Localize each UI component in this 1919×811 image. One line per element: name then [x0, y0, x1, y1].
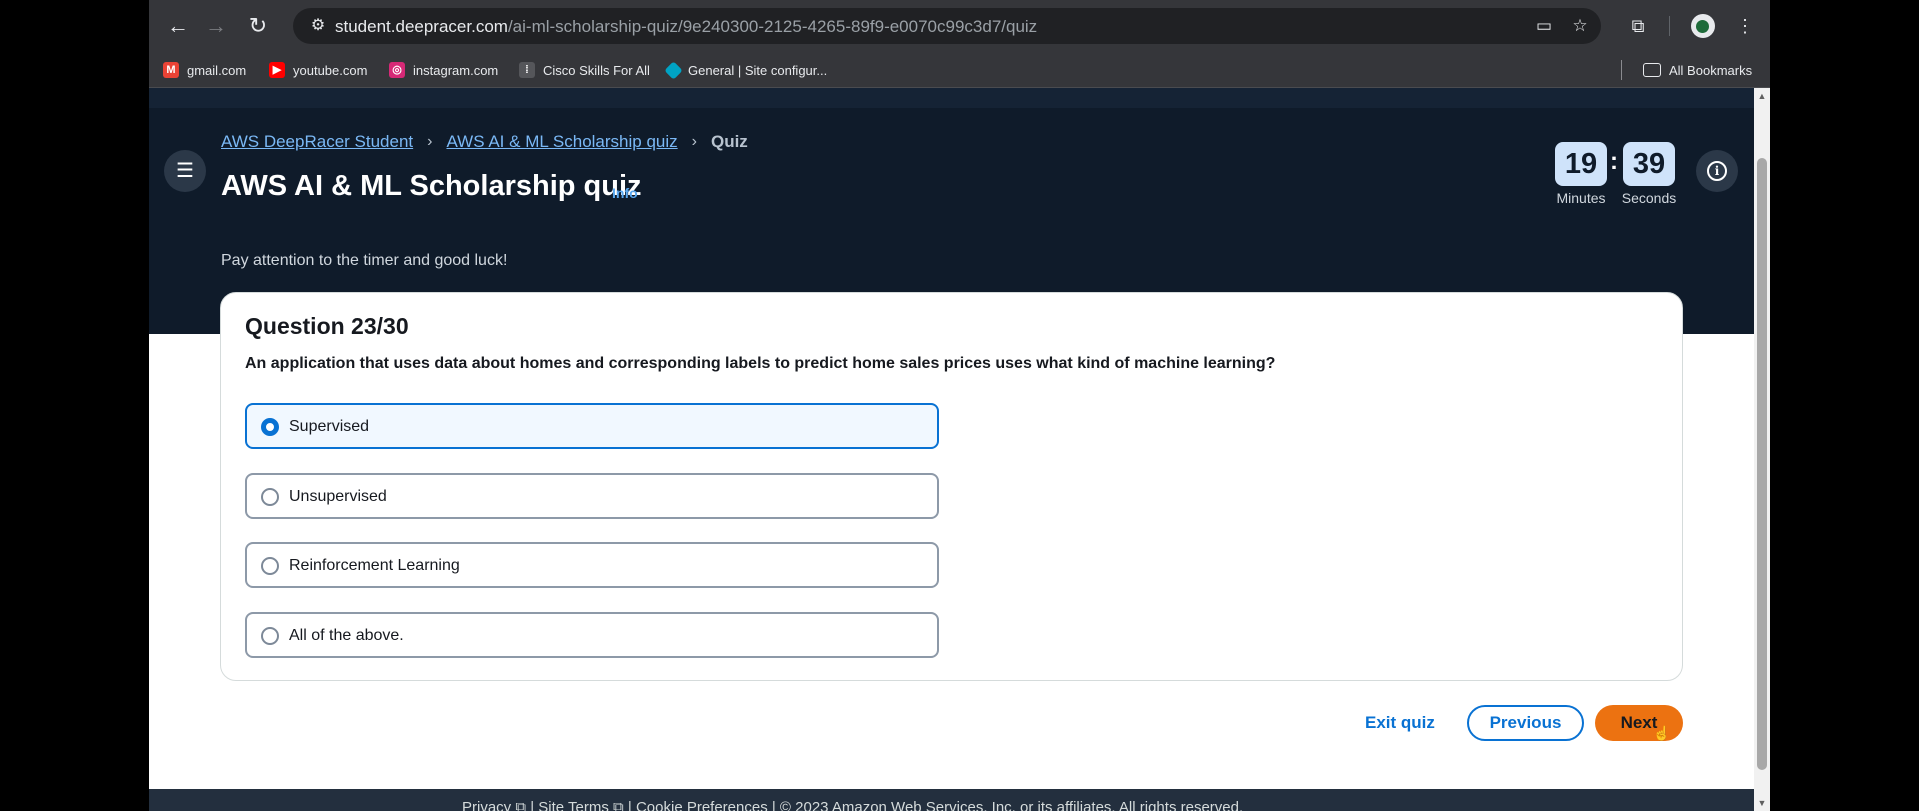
bookmark-label: Cisco Skills For All: [543, 62, 650, 78]
scroll-down-icon[interactable]: ▼: [1754, 795, 1770, 811]
breadcrumb-deepracer-student[interactable]: AWS DeepRacer Student: [221, 132, 413, 152]
youtube-icon: ▶: [269, 62, 285, 78]
bookmark-gmail[interactable]: Mgmail.com: [163, 60, 246, 80]
gmail-icon: M: [163, 62, 179, 78]
install-app-icon[interactable]: ▭: [1533, 15, 1555, 37]
scrollbar-thumb[interactable]: [1757, 158, 1767, 770]
folder-icon: [1643, 63, 1661, 77]
bookmarks-bar: Mgmail.com ▶ youtube.com ◎ instagram.com ⁞…: [149, 52, 1770, 88]
bookmark-label: gmail.com: [187, 62, 247, 78]
radio-icon[interactable]: [261, 488, 279, 506]
page-subtitle: Pay attention to the timer and good luck…: [221, 252, 508, 269]
info-link[interactable]: Info: [612, 185, 638, 201]
site-info-icon[interactable]: ⚙: [307, 15, 329, 37]
timer-seconds: 39: [1623, 142, 1675, 186]
cisco-icon: ⁞: [519, 62, 535, 78]
answer-label: Reinforcement Learning: [289, 557, 460, 574]
browser-window: ← → ↻ ⚙ student.deepracer.com/ai-ml-scho…: [149, 0, 1770, 811]
reload-button[interactable]: ↻: [243, 11, 273, 41]
question-text: An application that uses data about home…: [245, 355, 1276, 372]
hand-cursor-icon: ☝: [1653, 725, 1671, 741]
bookmark-label: youtube.com: [293, 62, 368, 78]
question-title: Question 23/30: [245, 313, 409, 339]
answer-label: All of the above.: [289, 627, 404, 644]
answer-label: Unsupervised: [289, 488, 387, 505]
back-button[interactable]: ←: [163, 11, 193, 41]
chevron-right-icon: ›: [691, 133, 697, 150]
breadcrumb-current: Quiz: [710, 132, 748, 151]
forward-arrow-icon: →: [205, 13, 227, 38]
menu-button[interactable]: ☰: [164, 150, 206, 192]
bookmark-youtube[interactable]: ▶ youtube.com: [269, 60, 367, 80]
instagram-icon: ◎: [389, 62, 405, 78]
exit-quiz-button[interactable]: Exit quiz: [1365, 705, 1435, 741]
bookmark-label: instagram.com: [413, 62, 499, 78]
forward-button[interactable]: →: [201, 11, 231, 41]
info-panel-button[interactable]: i: [1696, 150, 1738, 192]
url-host: student.deepracer.com: [335, 17, 508, 36]
footer-text: Privacy ⧉ | Site Terms ⧉ | Cookie Prefer…: [462, 799, 1244, 811]
profile-avatar[interactable]: [1691, 14, 1715, 38]
info-icon: i: [1707, 161, 1727, 181]
extensions-icon[interactable]: ⧉: [1623, 11, 1653, 41]
countdown-timer: 19 : 39 Minutes Seconds: [1555, 142, 1695, 206]
url-text[interactable]: student.deepracer.com/ai-ml-scholarship-…: [335, 17, 1037, 37]
diamond-icon: [664, 60, 683, 80]
radio-selected-icon[interactable]: [261, 418, 279, 436]
answer-option-unsupervised[interactable]: Unsupervised: [245, 473, 939, 519]
header-topline: [149, 88, 1754, 108]
page-footer: Privacy ⧉ | Site Terms ⧉ | Cookie Prefer…: [149, 789, 1754, 811]
bookmark-star-icon[interactable]: ☆: [1569, 15, 1591, 37]
answer-option-all-of-above[interactable]: All of the above.: [245, 612, 939, 658]
page-title: AWS AI & ML Scholarship quiz: [221, 170, 642, 202]
url-path: /ai-ml-scholarship-quiz/9e240300-2125-42…: [507, 17, 1038, 36]
radio-icon[interactable]: [261, 557, 279, 575]
radio-icon[interactable]: [261, 627, 279, 645]
toolbar-divider: [1669, 16, 1670, 36]
timer-minutes: 19: [1555, 142, 1607, 186]
answer-label: Supervised: [289, 418, 370, 435]
breadcrumb-scholarship-quiz[interactable]: AWS AI & ML Scholarship quiz: [446, 132, 677, 152]
previous-button[interactable]: Previous: [1467, 705, 1584, 741]
reload-icon: ↻: [248, 13, 268, 38]
kebab-menu-icon[interactable]: ⋮: [1730, 11, 1760, 41]
browser-toolbar: ← → ↻ ⚙ student.deepracer.com/ai-ml-scho…: [149, 0, 1770, 52]
bookmark-label: General | Site configur...: [688, 62, 828, 78]
page-scrollbar[interactable]: ▲ ▼: [1754, 88, 1770, 811]
all-bookmarks-label: All Bookmarks: [1669, 62, 1753, 78]
chevron-right-icon: ›: [427, 133, 433, 150]
hamburger-icon: ☰: [176, 160, 194, 182]
back-arrow-icon: ←: [167, 13, 189, 38]
bookmark-instagram[interactable]: ◎ instagram.com: [389, 60, 498, 80]
all-bookmarks[interactable]: All Bookmarks: [1643, 60, 1752, 80]
page-content: ☰ AWS DeepRacer Student › AWS AI & ML Sc…: [149, 88, 1754, 811]
address-bar[interactable]: ⚙ student.deepracer.com/ai-ml-scholarshi…: [293, 8, 1601, 44]
breadcrumb: AWS DeepRacer Student › AWS AI & ML Scho…: [221, 132, 748, 152]
timer-separator: :: [1610, 148, 1618, 175]
scroll-up-icon[interactable]: ▲: [1754, 88, 1770, 104]
answer-option-reinforcement[interactable]: Reinforcement Learning: [245, 542, 939, 588]
answer-option-supervised[interactable]: Supervised: [245, 403, 939, 449]
timer-seconds-label: Seconds: [1621, 190, 1677, 206]
timer-minutes-label: Minutes: [1556, 190, 1606, 206]
question-card: Question 23/30 An application that uses …: [220, 292, 1683, 681]
screen: ← → ↻ ⚙ student.deepracer.com/ai-ml-scho…: [0, 0, 1919, 811]
bookmark-cisco[interactable]: ⁞ Cisco Skills For All: [519, 60, 650, 80]
bookmarks-divider: [1621, 60, 1622, 80]
bookmark-site-config[interactable]: General | Site configur...: [664, 60, 828, 80]
